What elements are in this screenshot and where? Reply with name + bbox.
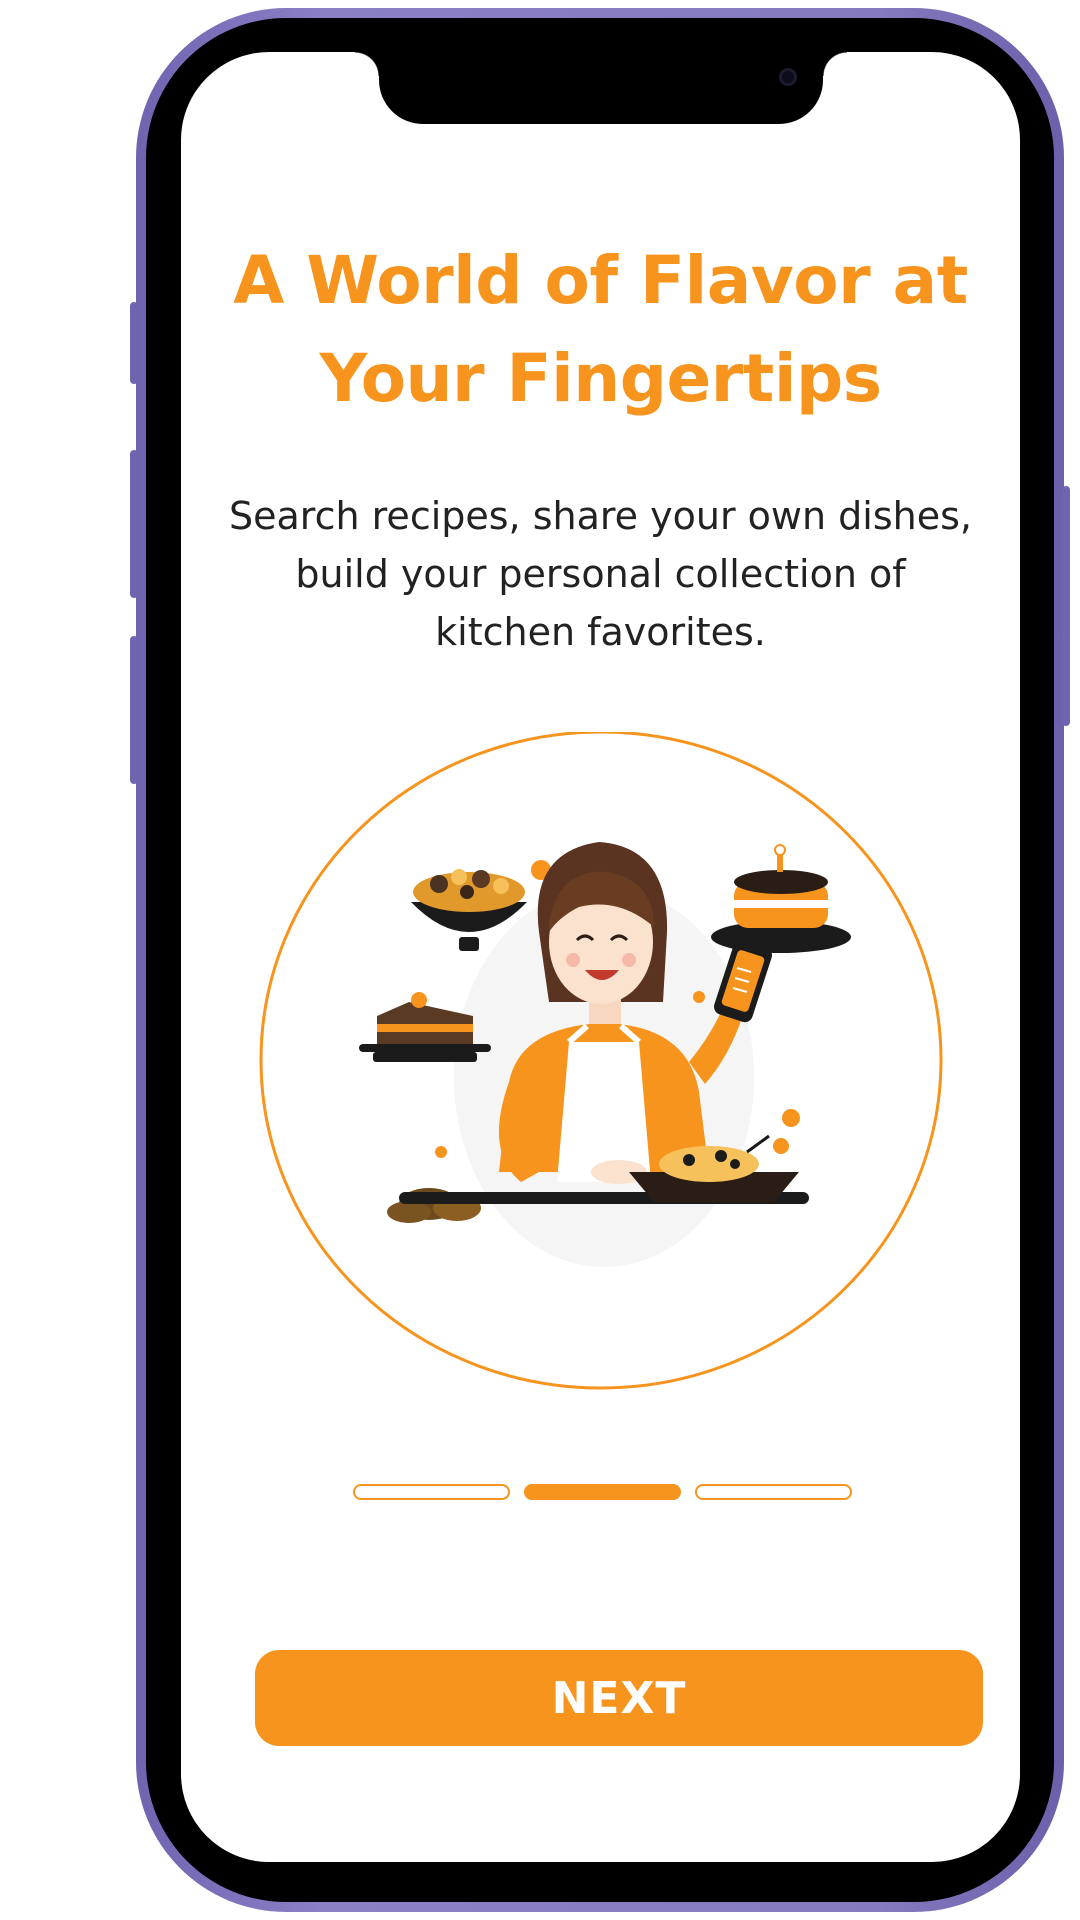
page-indicator-dot-3[interactable] [695,1484,852,1500]
notch [355,52,847,124]
volume-up-button [130,450,138,598]
woman-cooking-illustration [259,732,943,1390]
camera-icon [779,68,797,86]
next-button[interactable]: NEXT [255,1650,983,1746]
device-mockup: A World of Flavor at Your Fingertips Sea… [0,0,1080,1920]
page-description: Search recipes, share your own dishes, b… [229,494,972,654]
onboarding-screen: A World of Flavor at Your Fingertips Sea… [181,52,1020,1862]
page-indicator-dot-1[interactable] [353,1484,510,1500]
volume-down-button [130,636,138,784]
power-button [1062,486,1070,726]
page-title: A World of Flavor at Your Fingertips [233,242,968,417]
cake-icon [711,844,851,953]
mute-switch [130,302,138,384]
page-indicator [353,1484,853,1504]
page-indicator-dot-2-active[interactable] [524,1484,681,1500]
